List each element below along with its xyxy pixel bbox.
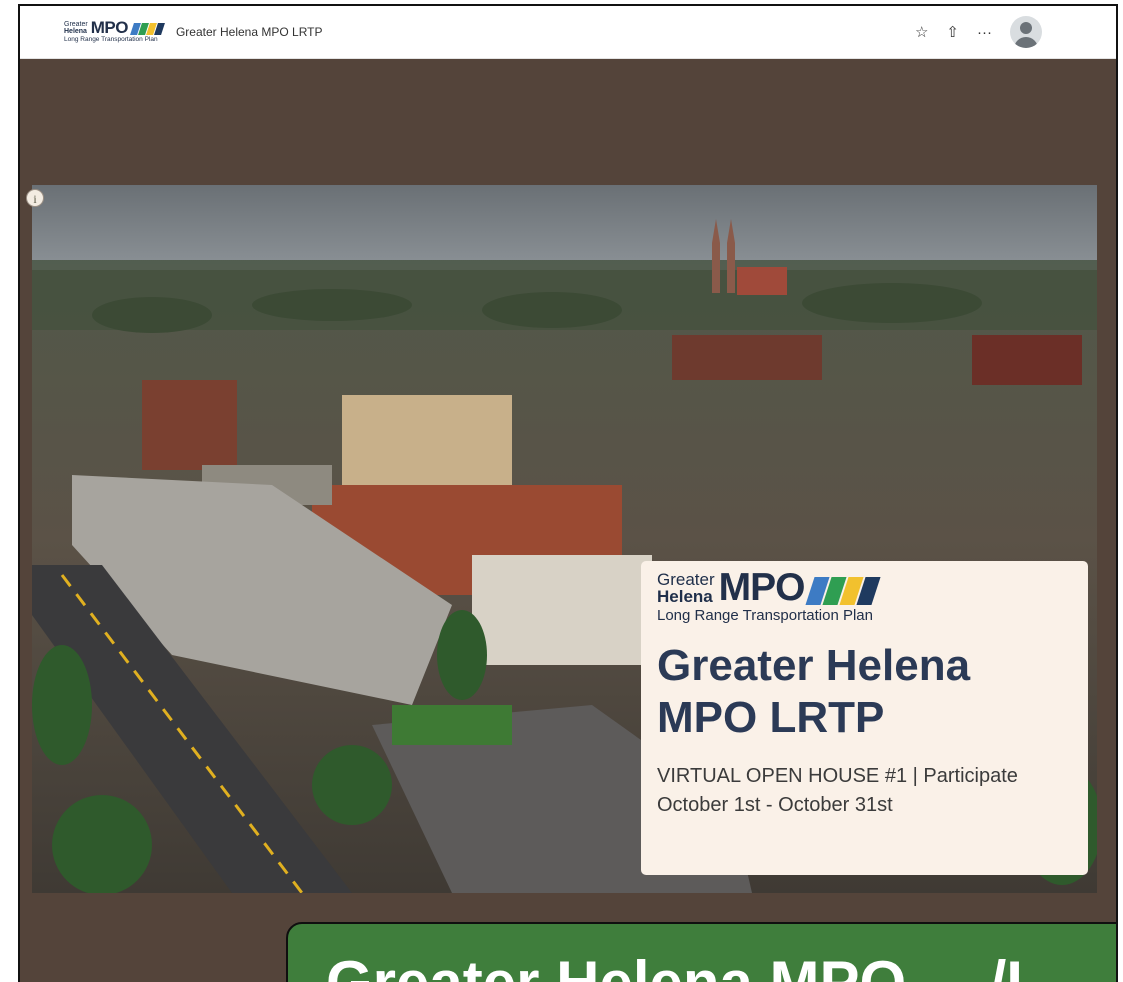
logo-wordmark: MPO	[90, 18, 129, 38]
top-bar: Greater Helena MPO Long Range Transporta…	[20, 6, 1116, 59]
user-avatar-icon[interactable]	[1010, 16, 1042, 48]
app-title: Greater Helena MPO LRTP	[175, 25, 323, 39]
card-logo-tagline: Long Range Transportation Plan	[657, 607, 873, 624]
share-icon[interactable]: ⇧	[946, 23, 959, 41]
header-actions: ☆ ⇧ ···	[915, 16, 1042, 48]
header-logo[interactable]: Greater Helena MPO Long Range Transporta…	[64, 18, 165, 44]
more-options-icon[interactable]: ···	[977, 24, 992, 41]
banner-text: Greater Helena MPO ... /L	[326, 948, 1043, 982]
hero-title: Greater Helena MPO LRTP	[657, 641, 971, 742]
hero-subtitle: VIRTUAL OPEN HOUSE #1 | Participate Octo…	[657, 765, 1018, 816]
logo-line-1: Greater	[64, 21, 88, 29]
favorite-star-icon[interactable]: ☆	[915, 23, 928, 41]
card-mobility-stripes-icon	[805, 577, 882, 605]
card-logo-wordmark: MPO	[718, 566, 806, 609]
section-banner: Greater Helena MPO ... /L	[286, 922, 1116, 982]
logo-line-2: Helena	[64, 28, 87, 36]
mobility-stripes-icon	[130, 23, 165, 36]
card-logo: Greater Helena MPO	[657, 566, 1072, 609]
card-logo-line-1: Greater	[657, 570, 715, 589]
card-logo-line-2: Helena	[657, 587, 713, 606]
app-window: Greater Helena MPO Long Range Transporta…	[18, 4, 1118, 982]
hero-section: Greater Helena MPO Long Range Transporta…	[32, 185, 1097, 893]
image-info-icon[interactable]: i	[26, 189, 44, 207]
logo-tagline: Long Range Transportation Plan	[64, 36, 158, 44]
hero-card: Greater Helena MPO Long Range Transporta…	[641, 561, 1088, 875]
